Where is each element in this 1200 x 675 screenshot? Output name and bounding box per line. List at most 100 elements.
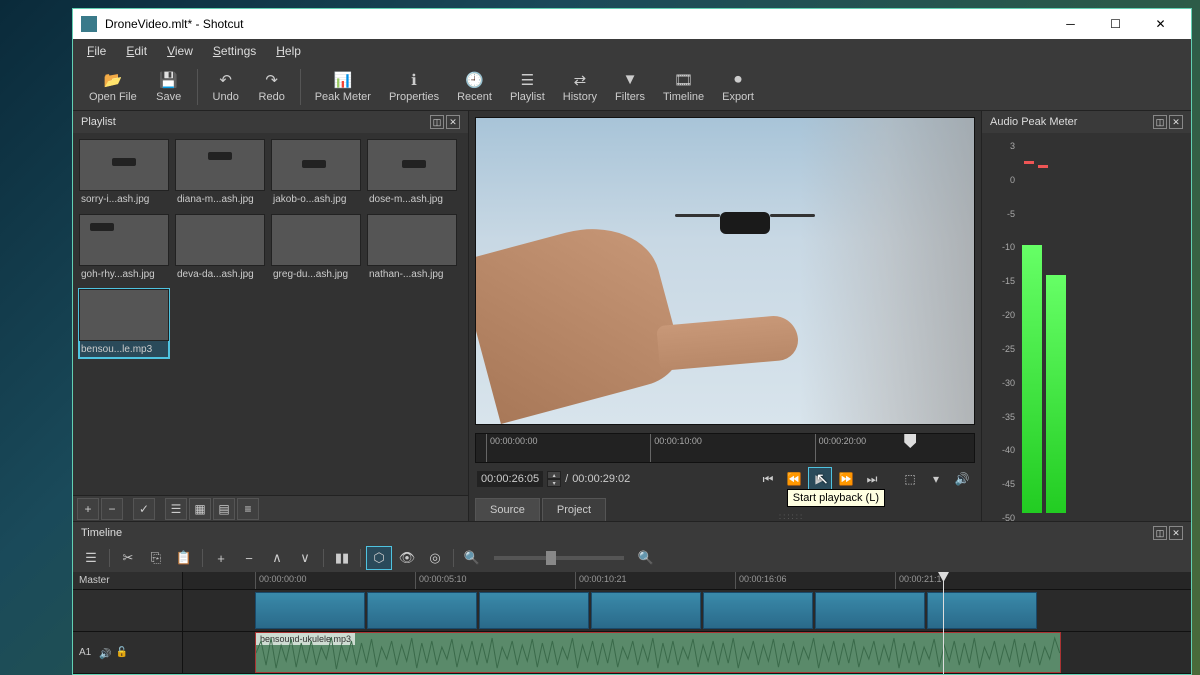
menu-file[interactable]: File (79, 41, 114, 61)
playlist-add-button[interactable]: + (77, 498, 99, 520)
playlist-toolbar: + − ✓ ☰ ▦ ▤ ≡ (73, 495, 468, 521)
tl-split-button[interactable]: ▮▮ (330, 547, 354, 569)
meter-label: -45 (1002, 479, 1015, 489)
toolbar-open-file-button[interactable]: 📂Open File (81, 69, 145, 105)
video-clip[interactable] (703, 592, 813, 629)
lock-icon[interactable]: 🔓 (116, 647, 128, 658)
timecode-up[interactable]: ▴ (547, 471, 561, 479)
toolbar-undo-button[interactable]: ↶Undo (204, 69, 248, 105)
toolbar-recent-button[interactable]: 🕘Recent (449, 69, 500, 105)
toolbar-playlist-button[interactable]: ☰Playlist (502, 69, 553, 105)
video-track[interactable] (183, 590, 1191, 632)
forward-button[interactable]: ⏩ (835, 468, 857, 490)
toolbar-peak-meter-button[interactable]: 📊Peak Meter (307, 69, 379, 105)
tl-zoom-slider[interactable] (494, 556, 624, 560)
skip-end-button[interactable]: ⏭ (861, 468, 883, 490)
video-clip[interactable] (367, 592, 477, 629)
zoom-button[interactable]: ⬚ (899, 468, 921, 490)
playlist-check-button[interactable]: ✓ (133, 498, 155, 520)
rewind-button[interactable]: ⏪ (783, 468, 805, 490)
preview-viewport[interactable] (475, 117, 975, 425)
timeline-playhead[interactable] (943, 572, 944, 674)
volume-button[interactable]: 🔊 (951, 468, 973, 490)
close-button[interactable]: ✕ (1138, 9, 1183, 39)
tl-cut-button[interactable]: ✂ (116, 547, 140, 569)
tl-zoomout-button[interactable]: 🔍 (460, 547, 484, 569)
timeline-float-button[interactable]: ◫ (1153, 526, 1167, 540)
timecode-current[interactable]: 00:00:26:05 (477, 471, 543, 487)
playlist-item[interactable]: dose-m...ash.jpg (367, 139, 457, 208)
tl-zoomin-button[interactable]: 🔍 (634, 547, 658, 569)
meter-label: -50 (1002, 513, 1015, 523)
playlist-view-details-button[interactable]: ≡ (237, 498, 259, 520)
toolbar-history-button[interactable]: ⇄History (555, 69, 605, 105)
meter-close-button[interactable]: ✕ (1169, 115, 1183, 129)
tl-copy-button[interactable]: ⎘ (144, 547, 168, 569)
playlist-float-button[interactable]: ◫ (430, 115, 444, 129)
timeline-ruler[interactable]: 00:00:00:0000:00:05:1000:00:10:2100:00:1… (183, 572, 1191, 590)
tl-snap-button[interactable]: ⬡ (367, 547, 391, 569)
tl-ripple-button[interactable]: ◎ (423, 547, 447, 569)
tl-paste-button[interactable]: 📋 (172, 547, 196, 569)
timecode-down[interactable]: ▾ (547, 479, 561, 487)
tl-scrub-button[interactable]: 👁 (395, 547, 419, 569)
track-head-v1[interactable] (73, 590, 182, 632)
playlist-item[interactable]: diana-m...ash.jpg (175, 139, 265, 208)
tl-menu-button[interactable]: ☰ (79, 547, 103, 569)
tl-append-button[interactable]: + (209, 547, 233, 569)
video-clip[interactable] (815, 592, 925, 629)
meter-label: 0 (1010, 175, 1015, 185)
toolbar-properties-button[interactable]: ℹProperties (381, 69, 447, 105)
video-clip[interactable] (591, 592, 701, 629)
playlist-item[interactable]: greg-du...ash.jpg (271, 214, 361, 283)
menu-view[interactable]: View (159, 41, 201, 61)
tl-overwrite-button[interactable]: ∨ (293, 547, 317, 569)
skip-start-button[interactable]: ⏮ (757, 468, 779, 490)
playlist-item[interactable]: jakob-o...ash.jpg (271, 139, 361, 208)
video-clip[interactable] (255, 592, 365, 629)
playlist-remove-button[interactable]: − (101, 498, 123, 520)
scrubber-tick: 00:00:00:00 (486, 434, 541, 462)
meter-bar-r (1046, 275, 1066, 513)
meter-label: -15 (1002, 276, 1015, 286)
playlist-view-list-button[interactable]: ☰ (165, 498, 187, 520)
video-clip[interactable] (479, 592, 589, 629)
tab-source[interactable]: Source (475, 498, 540, 521)
zoom-menu-button[interactable]: ▾ (925, 468, 947, 490)
meter-label: -30 (1002, 378, 1015, 388)
playlist-item[interactable]: deva-da...ash.jpg (175, 214, 265, 283)
resize-handle[interactable]: :::::: (608, 512, 975, 521)
playlist-view-grid-button[interactable]: ▦ (189, 498, 211, 520)
speaker-icon[interactable]: 🔊 (99, 649, 111, 660)
meter-bar-l (1022, 245, 1042, 513)
playlist-close-button[interactable]: ✕ (446, 115, 460, 129)
minimize-button[interactable]: ─ (1048, 9, 1093, 39)
audio-track[interactable]: bensound-ukulele.mp3 (183, 632, 1191, 674)
playlist-item[interactable]: bensou...le.mp3 (79, 289, 169, 358)
toolbar-redo-button[interactable]: ↷Redo (250, 69, 294, 105)
toolbar-filters-button[interactable]: ▼Filters (607, 69, 653, 105)
playlist-grid[interactable]: sorry-i...ash.jpgdiana-m...ash.jpgjakob-… (73, 133, 468, 495)
menu-help[interactable]: Help (268, 41, 309, 61)
timeline-close-button[interactable]: ✕ (1169, 526, 1183, 540)
track-head-a1[interactable]: A1 🔊 🔓 (73, 632, 182, 674)
playlist-item[interactable]: goh-rhy...ash.jpg (79, 214, 169, 283)
meter-float-button[interactable]: ◫ (1153, 115, 1167, 129)
playlist-view-tiles-button[interactable]: ▤ (213, 498, 235, 520)
toolbar-export-button[interactable]: ⏺Export (714, 69, 762, 105)
playlist-item[interactable]: nathan-...ash.jpg (367, 214, 457, 283)
menu-edit[interactable]: Edit (118, 41, 155, 61)
playlist-item[interactable]: sorry-i...ash.jpg (79, 139, 169, 208)
timeline-header: Timeline ◫ ✕ (73, 522, 1191, 544)
scrubber-playhead[interactable] (904, 434, 916, 448)
audio-clip[interactable]: bensound-ukulele.mp3 (255, 632, 1061, 673)
tab-project[interactable]: Project (542, 498, 606, 521)
track-head-master[interactable]: Master (73, 572, 182, 590)
scrubber[interactable]: 00:00:00:00 00:00:10:00 00:00:20:00 (475, 433, 975, 463)
toolbar-timeline-button[interactable]: 🎞Timeline (655, 69, 712, 105)
toolbar-save-button[interactable]: 💾Save (147, 69, 191, 105)
tl-remove-button[interactable]: − (237, 547, 261, 569)
maximize-button[interactable]: ☐ (1093, 9, 1138, 39)
tl-lift-button[interactable]: ∧ (265, 547, 289, 569)
menu-settings[interactable]: Settings (205, 41, 264, 61)
